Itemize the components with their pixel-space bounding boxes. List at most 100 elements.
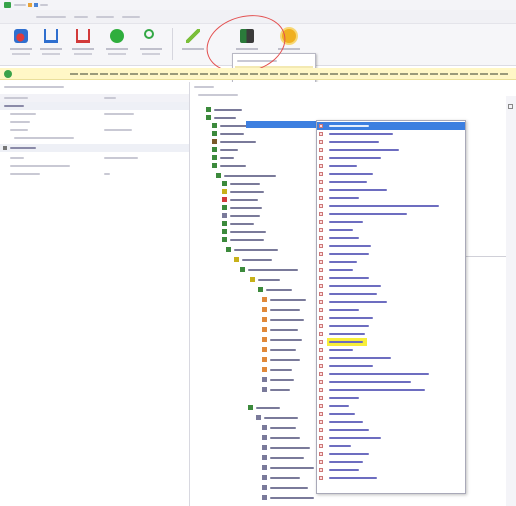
submenu-item[interactable] [317,362,465,370]
tree-node-selected[interactable] [246,121,316,128]
submenu-item[interactable] [317,378,465,386]
tree-node[interactable] [222,204,266,212]
tree-node[interactable] [262,366,296,374]
submenu-item[interactable] [317,306,465,314]
tree-node[interactable] [262,376,298,384]
submenu-item[interactable] [317,250,465,258]
submenu-item[interactable] [317,186,465,194]
tree-node[interactable] [216,172,280,180]
property-row[interactable] [0,110,189,118]
tree-node[interactable] [206,106,246,114]
submenu-item[interactable] [317,386,465,394]
submenu-item[interactable] [317,314,465,322]
submenu-item[interactable] [317,274,465,282]
submenu-item[interactable] [317,458,465,466]
tree-node[interactable] [262,356,304,364]
tree-node[interactable] [212,146,242,154]
submenu-item[interactable] [317,154,465,162]
tree-node[interactable] [226,246,282,254]
submenu-item[interactable] [317,394,465,402]
property-row[interactable] [0,170,189,178]
property-section[interactable] [0,102,189,110]
tree-node[interactable] [262,316,308,324]
tree-node[interactable] [258,286,296,294]
tree-node[interactable] [262,424,300,432]
tree-scrollbar[interactable] [506,96,516,506]
tree-node[interactable] [222,188,268,196]
tree-node[interactable] [262,296,310,304]
submenu-item[interactable] [317,298,465,306]
submenu-item[interactable] [317,138,465,146]
submenu-item[interactable] [317,402,465,410]
tree-node[interactable] [256,414,302,422]
property-row[interactable] [0,134,189,142]
tree-node[interactable] [206,114,240,122]
collapse-icon[interactable] [508,104,513,109]
tree-node[interactable] [262,484,312,492]
property-section[interactable] [0,144,189,152]
tree-node[interactable] [250,276,284,284]
tree-node[interactable] [212,130,248,138]
menu-item[interactable] [36,16,66,18]
submenu-item[interactable] [317,258,465,266]
tree-node[interactable] [262,336,306,344]
tree-node[interactable] [212,162,250,170]
submenu-item[interactable] [317,122,465,130]
submenu-item[interactable] [317,434,465,442]
tree-node[interactable] [262,464,318,472]
submenu-item[interactable] [317,330,465,338]
tree-node[interactable] [262,474,304,482]
tree-node[interactable] [262,494,318,502]
submenu-item[interactable] [317,130,465,138]
submenu-item[interactable] [317,450,465,458]
tree-node[interactable] [222,196,262,204]
menu-item[interactable] [74,16,88,18]
submenu-item[interactable] [317,466,465,474]
tree-node[interactable] [222,228,270,236]
tree-node[interactable] [262,454,308,462]
tree-node[interactable] [262,326,302,334]
submenu-item[interactable] [317,410,465,418]
submenu-item[interactable] [317,426,465,434]
property-row[interactable] [0,126,189,134]
submenu-item[interactable] [317,226,465,234]
quick-access-overflow[interactable] [40,4,48,6]
tree-node[interactable] [222,236,268,244]
menu-item[interactable] [96,16,114,18]
ribbon-button[interactable] [104,26,130,62]
tree-node[interactable] [248,404,284,412]
submenu-item[interactable] [317,146,465,154]
tree-node[interactable] [222,220,258,228]
tree-node[interactable] [262,434,304,442]
submenu-item[interactable] [317,418,465,426]
submenu-item[interactable] [317,442,465,450]
tree-node[interactable] [262,444,314,452]
submenu-item[interactable] [317,290,465,298]
submenu-item[interactable] [317,202,465,210]
submenu-item[interactable] [317,474,465,482]
submenu-item[interactable] [317,178,465,186]
submenu-item[interactable] [317,194,465,202]
submenu-item[interactable] [317,338,465,346]
tree-node[interactable] [212,154,238,162]
tree-node[interactable] [234,256,276,264]
ribbon-button[interactable] [70,26,96,62]
tree-node[interactable] [212,138,260,146]
property-row[interactable] [0,162,189,170]
submenu-item[interactable] [317,346,465,354]
ribbon-button[interactable] [138,26,164,62]
expander-icon[interactable] [3,146,7,150]
tree-node[interactable] [262,306,304,314]
property-row[interactable] [0,118,189,126]
submenu-item[interactable] [317,266,465,274]
tree-node[interactable] [222,180,264,188]
property-row[interactable] [0,154,189,162]
quick-access-icon[interactable] [34,3,38,7]
submenu-item[interactable] [317,322,465,330]
submenu-item[interactable] [317,354,465,362]
submenu-item[interactable] [317,162,465,170]
tree-node[interactable] [222,212,264,220]
quick-access-icon[interactable] [28,3,32,7]
ribbon-button[interactable] [180,26,206,62]
submenu-item[interactable] [317,170,465,178]
